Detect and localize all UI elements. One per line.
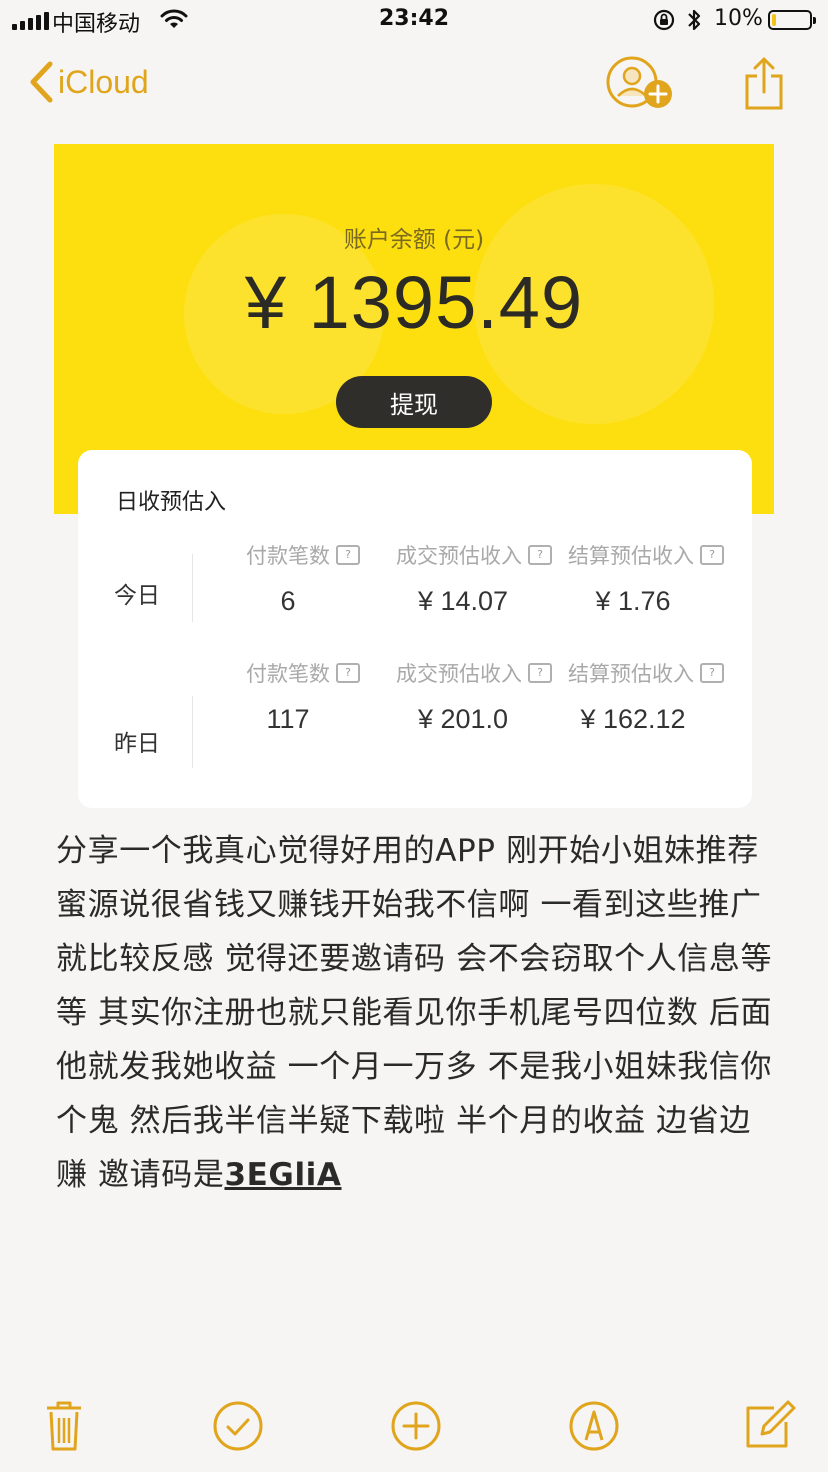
compose-icon[interactable]	[744, 1398, 798, 1452]
row-label-yesterday: 昨日	[114, 731, 160, 757]
battery-icon	[768, 10, 816, 30]
column-header: 结算预估收入?	[568, 540, 724, 570]
column-header: 结算预估收入?	[568, 658, 724, 688]
orientation-lock-icon	[653, 9, 675, 31]
embedded-screenshot: 账户余额 (元) ¥ 1395.49 提现 日收预估入 今日 付款笔数? 成交预…	[54, 144, 774, 810]
help-icon[interactable]: ?	[528, 663, 552, 683]
column-header: 成交预估收入?	[396, 658, 552, 688]
deal-income-yesterday: ¥ 201.0	[417, 704, 509, 734]
balance-amount: ¥ 1395.49	[244, 261, 584, 344]
deal-income-today: ¥ 14.07	[417, 586, 509, 616]
status-bar: 中国移动 23:42 10%	[0, 0, 828, 40]
help-icon[interactable]: ?	[700, 545, 724, 565]
share-icon[interactable]	[744, 56, 784, 112]
row-divider	[192, 696, 193, 768]
column-header: 成交预估收入?	[396, 540, 552, 570]
payment-count-yesterday: 117	[266, 704, 310, 734]
help-icon[interactable]: ?	[700, 663, 724, 683]
add-people-icon[interactable]	[604, 56, 678, 112]
chevron-left-icon	[30, 61, 53, 103]
add-icon[interactable]	[390, 1400, 442, 1452]
card-title: 日收预估入	[116, 490, 227, 515]
column-header: 付款笔数?	[246, 540, 360, 570]
back-button[interactable]: iCloud	[28, 60, 149, 104]
checklist-icon[interactable]	[212, 1400, 264, 1452]
note-text: 分享一个我真心觉得好用的APP 刚开始小姐妹推荐蜜源说很省钱又赚钱开始我不信啊 …	[56, 833, 773, 1193]
row-label-today: 今日	[114, 583, 160, 609]
help-icon[interactable]: ?	[336, 663, 360, 683]
invite-code-link[interactable]: 3EGliA	[224, 1157, 341, 1193]
bluetooth-icon	[688, 9, 701, 31]
markup-icon[interactable]	[568, 1400, 620, 1452]
back-label: iCloud	[58, 63, 149, 100]
help-icon[interactable]: ?	[336, 545, 360, 565]
settled-income-yesterday: ¥ 162.12	[580, 704, 686, 734]
withdraw-button[interactable]: 提现	[336, 376, 492, 428]
row-divider	[192, 554, 193, 622]
battery-percent: 10%	[714, 6, 763, 31]
payment-count-today: 6	[280, 586, 296, 616]
settled-income-today: ¥ 1.76	[595, 586, 671, 616]
daily-income-card: 日收预估入 今日 付款笔数? 成交预估收入? 结算预估收入? 6 ¥ 14.07…	[78, 450, 752, 808]
balance-label: 账户余额 (元)	[343, 227, 485, 253]
trash-icon[interactable]	[44, 1400, 84, 1452]
note-body[interactable]: 分享一个我真心觉得好用的APP 刚开始小姐妹推荐蜜源说很省钱又赚钱开始我不信啊 …	[56, 824, 776, 1202]
clock: 23:42	[378, 6, 450, 31]
help-icon[interactable]: ?	[528, 545, 552, 565]
column-header: 付款笔数?	[246, 658, 360, 688]
